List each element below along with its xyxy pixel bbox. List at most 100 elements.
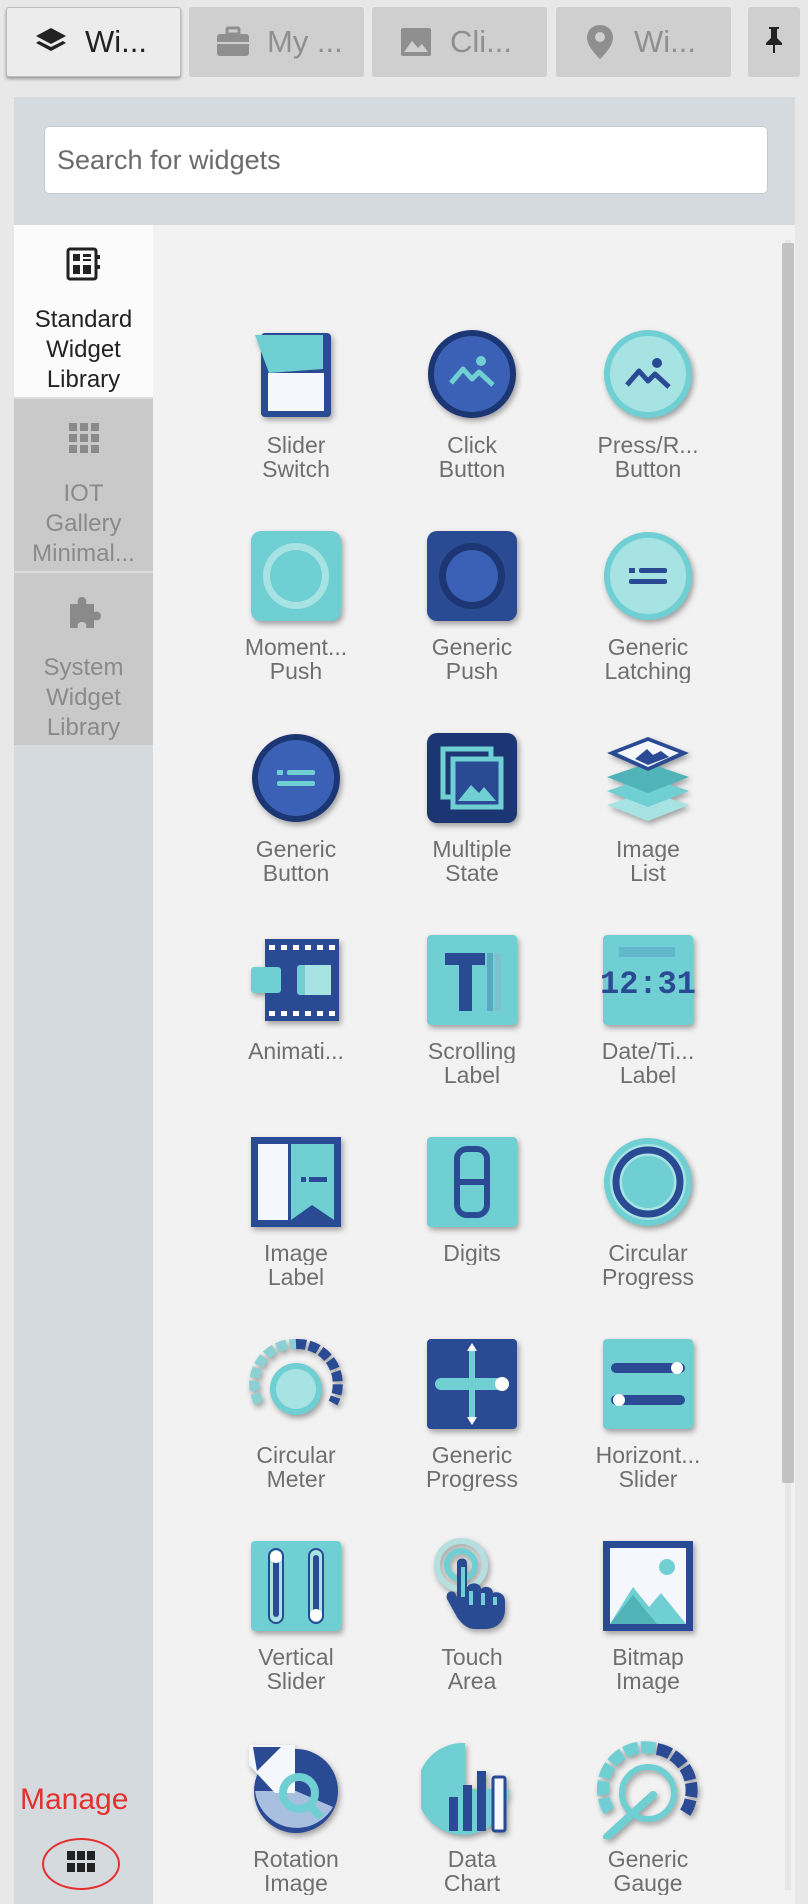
widget-label: Date/Ti... Label: [573, 1039, 723, 1087]
widget-tile[interactable]: Digits: [384, 1131, 560, 1333]
widget-label-line: Slider: [266, 1669, 326, 1693]
widget-tile[interactable]: Data Chart: [384, 1737, 560, 1904]
widget-label-line: Touch: [441, 1645, 503, 1669]
widget-label-line: Click: [447, 433, 497, 457]
widget-tile[interactable]: Bitmap Image: [560, 1535, 736, 1737]
widget-label-line: Circular: [256, 1443, 336, 1467]
widget-label-line: Generic: [607, 1847, 689, 1871]
widget-label-line: Image: [264, 1241, 328, 1265]
widget-label: Data Chart: [397, 1847, 547, 1895]
widget-tile[interactable]: Slider Switch: [208, 323, 384, 525]
widget-tile[interactable]: Vertical Slider: [208, 1535, 384, 1737]
widget-tile[interactable]: Generic Button: [208, 727, 384, 929]
pin-button[interactable]: [748, 7, 800, 77]
widget-label: Rotation Image: [221, 1847, 371, 1895]
tab-my-widgets[interactable]: My ...: [189, 7, 364, 77]
widget-label-line: Button: [262, 861, 330, 885]
generic-push-icon: [421, 525, 523, 627]
circular-meter-icon: [245, 1333, 347, 1435]
search-input[interactable]: [44, 126, 768, 194]
widget-label-line: Multiple: [432, 837, 512, 861]
widget-tile[interactable]: Rotation Image: [208, 1737, 384, 1904]
widget-label-line: Image: [616, 837, 680, 861]
widget-tile[interactable]: Animati...: [208, 929, 384, 1131]
widget-label-line: Label: [443, 1063, 501, 1087]
side-tab-iot-gallery-minimal[interactable]: IOT Gallery Minimal...: [14, 399, 153, 573]
animation-icon: [245, 929, 347, 1031]
widget-label-line: Digits: [443, 1241, 501, 1265]
widget-label: Slider Switch: [221, 433, 371, 481]
widget-tile[interactable]: 12:31 Date/Ti... Label: [560, 929, 736, 1131]
widget-label: Scrolling Label: [397, 1039, 547, 1087]
widget-label-line: Generic: [431, 1443, 513, 1467]
widget-label-line: Horizont...: [595, 1443, 701, 1467]
widget-tile[interactable]: Press/R... Button: [560, 323, 736, 525]
widget-label-line: Date/Ti...: [601, 1039, 695, 1063]
generic-latching-icon: [597, 525, 699, 627]
multiple-state-icon: [421, 727, 523, 829]
layers-icon: [33, 24, 69, 60]
widget-label-line: Switch: [262, 457, 330, 481]
scrollbar-thumb[interactable]: [782, 243, 794, 1483]
scrollbar[interactable]: [782, 240, 794, 1890]
side-tab-system-widget-library[interactable]: System Widget Library: [14, 573, 153, 747]
widget-label-line: State: [445, 861, 499, 885]
widget-label-line: Data: [447, 1847, 497, 1871]
side-tab-label: Standard: [34, 306, 133, 333]
widget-tile[interactable]: Horizont... Slider: [560, 1333, 736, 1535]
click-button-icon: [421, 323, 523, 425]
rotation-image-icon: [245, 1737, 347, 1839]
grid-icon: [67, 1850, 95, 1878]
scrolling-label-icon: [421, 929, 523, 1031]
tab-label: My ...: [267, 24, 343, 59]
widget-label: Circular Meter: [221, 1443, 371, 1491]
widget-tile[interactable]: Generic Push: [384, 525, 560, 727]
widget-tile[interactable]: Multiple State: [384, 727, 560, 929]
widget-label: Horizont... Slider: [573, 1443, 723, 1491]
widget-label-line: Label: [619, 1063, 677, 1087]
bitmap-image-icon: [597, 1535, 699, 1637]
side-tab-label: Library: [46, 714, 121, 741]
widget-label-line: Meter: [266, 1467, 326, 1491]
widget-label-line: Push: [269, 659, 323, 683]
widget-tile[interactable]: Generic Latching: [560, 525, 736, 727]
widget-grid-area: Slider Switch Click Button Press/R... Button M…: [153, 225, 795, 1904]
tab-widgets[interactable]: Wi...: [6, 7, 181, 77]
widget-label: Multiple State: [397, 837, 547, 885]
tab-label: Wi...: [85, 24, 147, 59]
side-tab-standard-widget-library[interactable]: Standard Widget Library: [14, 225, 153, 399]
widget-library-icon: [66, 245, 102, 283]
widget-label-line: Latching: [604, 659, 692, 683]
widget-tile[interactable]: Circular Meter: [208, 1333, 384, 1535]
momentary-push-icon: [245, 525, 347, 627]
widget-tile[interactable]: Touch Area: [384, 1535, 560, 1737]
manage-label: Manage: [20, 1783, 129, 1816]
widget-grid: Slider Switch Click Button Press/R... Button M…: [153, 323, 793, 1904]
widget-label-line: Moment...: [244, 635, 348, 659]
widget-tile[interactable]: Circular Progress: [560, 1131, 736, 1333]
widget-label-line: Press/R...: [597, 433, 699, 457]
widget-tile[interactable]: Generic Progress: [384, 1333, 560, 1535]
date-time-label-icon: 12:31: [597, 929, 699, 1031]
widget-label: Generic Gauge: [573, 1847, 723, 1895]
digits-icon: [421, 1131, 523, 1233]
widget-tile[interactable]: Image Label: [208, 1131, 384, 1333]
widget-tile[interactable]: Generic Gauge: [560, 1737, 736, 1904]
widget-label-line: Rotation: [253, 1847, 339, 1871]
widget-tile[interactable]: Moment... Push: [208, 525, 384, 727]
widget-tile[interactable]: Image List: [560, 727, 736, 929]
widget-label-line: Generic: [607, 635, 689, 659]
library-side-tabs: Standard Widget Library IOT Gallery Mini…: [14, 225, 153, 747]
widget-label: Generic Progress: [397, 1443, 547, 1491]
pin-icon: [764, 26, 784, 59]
side-tab-label: Widget: [46, 684, 121, 711]
widget-tile[interactable]: Scrolling Label: [384, 929, 560, 1131]
generic-button-icon: [245, 727, 347, 829]
manage-button[interactable]: [42, 1838, 120, 1890]
widget-label-line: Generic: [431, 635, 513, 659]
tab-clipart[interactable]: Cli...: [372, 7, 547, 77]
tab-location-widgets[interactable]: Wi...: [556, 7, 731, 77]
side-tab-label: System: [43, 654, 124, 681]
widget-label: Vertical Slider: [221, 1645, 371, 1693]
widget-tile[interactable]: Click Button: [384, 323, 560, 525]
